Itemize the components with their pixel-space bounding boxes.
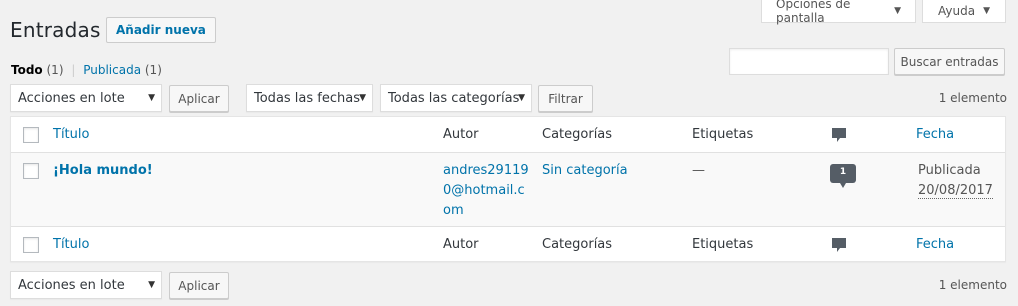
select-all-checkbox[interactable]	[23, 127, 39, 143]
items-count-top: 1 elemento	[938, 91, 1007, 105]
views-separator: |	[71, 63, 76, 77]
column-title-sort-footer[interactable]: Título	[53, 237, 89, 252]
filter-button[interactable]: Filtrar	[538, 85, 593, 112]
search-button[interactable]: Buscar entradas	[894, 48, 1005, 75]
date-filter-value: Todas las fechas	[254, 90, 360, 106]
comment-count: 1	[839, 167, 847, 177]
apply-button-bottom[interactable]: Aplicar	[169, 272, 229, 299]
category-filter-value: Todas las categorías	[388, 90, 520, 106]
row-checkbox[interactable]	[23, 163, 39, 179]
caret-down-icon: ▼	[983, 6, 990, 16]
post-date-value: 20/08/2017	[918, 183, 993, 199]
help-label: Ayuda	[938, 4, 976, 18]
search-input[interactable]	[729, 48, 889, 75]
comment-count-bubble[interactable]: 1	[830, 164, 856, 190]
date-filter-select[interactable]: Todas las fechas ▼	[246, 84, 373, 112]
status-views: Todo (1) | Publicada (1)	[11, 63, 162, 77]
comment-bubble-icon[interactable]	[832, 238, 846, 254]
column-tags-footer: Etiquetas	[692, 237, 754, 252]
column-title-sort[interactable]: Título	[53, 127, 89, 142]
author-line-1: andres29119	[443, 163, 529, 178]
table-header: Título Autor Categorías Etiquetas Fecha	[11, 117, 1005, 153]
view-published-link[interactable]: Publicada	[83, 63, 141, 77]
items-count-bottom: 1 elemento	[938, 278, 1007, 292]
help-button[interactable]: Ayuda ▼	[922, 0, 1006, 23]
dropdown-arrow-icon: ▼	[359, 93, 366, 103]
bulk-actions-select-top[interactable]: Acciones en lote ▼	[10, 84, 162, 112]
dropdown-arrow-icon: ▼	[148, 93, 155, 103]
dropdown-arrow-icon: ▼	[148, 280, 155, 290]
table-footer: Título Autor Categorías Etiquetas Fecha	[11, 226, 1005, 262]
column-date-sort[interactable]: Fecha	[916, 127, 954, 142]
column-tags: Etiquetas	[692, 127, 754, 142]
post-tags: —	[692, 163, 705, 178]
select-all-checkbox-footer[interactable]	[23, 237, 39, 253]
bulk-actions-value: Acciones en lote	[18, 90, 125, 106]
post-category-link[interactable]: Sin categoría	[542, 163, 628, 178]
column-categories-footer: Categorías	[542, 237, 613, 252]
apply-button-top[interactable]: Aplicar	[169, 85, 229, 112]
dropdown-arrow-icon: ▼	[518, 93, 525, 103]
column-categories: Categorías	[542, 127, 613, 142]
column-author: Autor	[443, 127, 479, 142]
comment-bubble-icon[interactable]	[832, 128, 846, 144]
post-date: Publicada 20/08/2017	[918, 161, 993, 201]
screen-meta-links: Opciones de pantalla ▼ Ayuda ▼	[761, 0, 1006, 25]
view-all-count: (1)	[46, 63, 64, 77]
screen-options-button[interactable]: Opciones de pantalla ▼	[761, 0, 916, 25]
caret-down-icon: ▼	[894, 6, 901, 16]
posts-table: Título Autor Categorías Etiquetas Fecha …	[10, 116, 1006, 262]
column-date-sort-footer[interactable]: Fecha	[916, 237, 954, 252]
bulk-actions-select-bottom[interactable]: Acciones en lote ▼	[10, 271, 162, 299]
author-line-3: om	[443, 203, 464, 218]
column-author-footer: Autor	[443, 237, 479, 252]
post-title-link[interactable]: ¡Hola mundo!	[53, 163, 153, 178]
author-line-2: 0@hotmail.c	[443, 183, 525, 198]
add-new-button[interactable]: Añadir nueva	[106, 17, 216, 43]
screen-options-label: Opciones de pantalla	[776, 0, 851, 25]
table-row: ¡Hola mundo! andres29119 0@hotmail.c om …	[11, 153, 1005, 226]
bulk-actions-value: Acciones en lote	[18, 277, 125, 293]
view-published-count: (1)	[144, 63, 162, 77]
category-filter-select[interactable]: Todas las categorías ▼	[380, 84, 532, 112]
view-all-link[interactable]: Todo	[11, 63, 43, 77]
page-title: Entradas	[10, 18, 101, 42]
post-status: Publicada	[918, 163, 981, 178]
post-author-link[interactable]: andres29119 0@hotmail.c om	[443, 161, 535, 221]
